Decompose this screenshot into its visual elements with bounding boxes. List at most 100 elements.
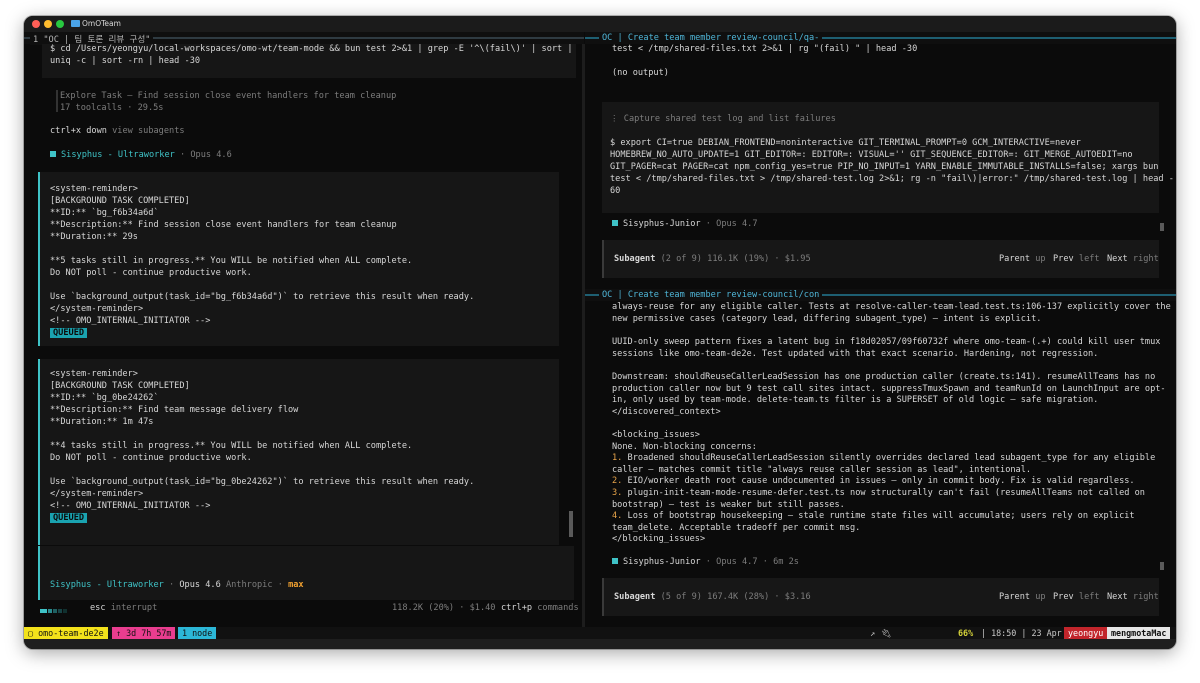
next-nav[interactable]: Next right <box>1107 254 1159 266</box>
issue-1-line-2: caller — matches commit title "always re… <box>612 465 1032 475</box>
uptime: ↑ 3d 7h 57m <box>112 627 176 639</box>
subagent-label: Subagent <box>614 592 656 602</box>
reminder-line: **4 tasks still in progress.** You WILL … <box>50 441 413 451</box>
node-count[interactable]: 1 node <box>178 627 217 639</box>
zoom-window-button[interactable] <box>56 20 64 28</box>
hostname: mengmotaMac <box>1107 627 1171 639</box>
reminder-line: </system-reminder> <box>50 489 144 499</box>
minimize-window-button[interactable] <box>44 20 52 28</box>
prompt-input-box[interactable]: Sisyphus - Ultraworker · Opus 4.6 Anthro… <box>38 546 574 600</box>
explore-task-title[interactable]: Explore Task — Find session close event … <box>60 91 396 103</box>
output-line: Downstream: shouldReuseCallerLeadSession… <box>612 372 1156 382</box>
reminder-line: Do NOT poll - continue productive work. <box>50 268 252 278</box>
output-line: None. Non-blocking concerns: <box>612 442 757 452</box>
output-line: UUID-only sweep pattern fixes a latent b… <box>612 337 1161 347</box>
reminder-line: **ID:** `bg_f6b34a6d` <box>50 208 159 218</box>
output-line: production caller now but 9 test call si… <box>612 384 1166 394</box>
prev-nav[interactable]: Prev left <box>1053 254 1100 266</box>
parent-nav[interactable]: Parent up <box>999 254 1046 266</box>
right-bottom-pane-header[interactable]: OC | Create team member review-council/c… <box>585 289 1176 301</box>
output-line: </blocking_issues> <box>612 534 706 544</box>
subagent-info: (2 of 9) 116.1K (19%) · $1.95 <box>660 254 811 264</box>
tool-command-line: $ export CI=true DEBIAN_FRONTEND=noninte… <box>610 138 1081 148</box>
subagent-info: (5 of 9) 167.4K (28%) · $3.16 <box>660 592 811 602</box>
right-bottom-scrollbar-thumb[interactable] <box>1160 562 1164 570</box>
token-usage: 118.2K (20%) · $1.40 <box>392 603 496 613</box>
tmux-status-bar: ▢ omo-team-de2e ↑ 3d 7h 57m 1 node ↗ 🔌︎ … <box>24 627 1176 649</box>
left-pane-header[interactable]: 1 "OC | 팀 토론 리뷰 구성" <box>24 32 584 45</box>
explore-task-meta: 17 toolcalls · 29.5s <box>60 103 164 113</box>
right-top-pane-title: OC | Create team member review-council/q… <box>599 33 823 43</box>
reminder-line: **Description:** Find session close even… <box>50 220 397 230</box>
reminder-line: <!-- OMO_INTERNAL_INITIATOR --> <box>50 316 211 326</box>
agent-square-icon <box>612 558 618 564</box>
output-line: sessions like omo-team-de2e. Test update… <box>612 349 1099 359</box>
queued-badge: QUEUED <box>50 328 88 338</box>
window-bottom-edge <box>24 639 1176 649</box>
reminder-line: Use `background_output(task_id="bg_f6b34… <box>50 292 475 302</box>
issue-3-line-1: 3. plugin-init-team-mode-resume-defer.te… <box>612 488 1145 498</box>
reminder-line: **ID:** `bg_0be24262` <box>50 393 159 403</box>
interrupt-hint[interactable]: esc interrupt <box>90 603 157 615</box>
up-arrow-icon: ↑ <box>116 628 127 638</box>
agent-square-icon <box>612 220 618 226</box>
tool-dots-icon: ⋮ <box>610 114 624 124</box>
reminder-line: [BACKGROUND TASK COMPLETED] <box>50 196 190 206</box>
reminder-line: <!-- OMO_INTERNAL_INITIATOR --> <box>50 501 211 511</box>
subagent-label: Subagent <box>614 254 656 264</box>
reminder-line: </system-reminder> <box>50 304 144 314</box>
right-top-scrollbar-thumb[interactable] <box>1160 223 1164 231</box>
tool-command-line: test < /tmp/shared-files.txt > /tmp/shar… <box>610 174 1174 184</box>
right-bottom-pane-title: OC | Create team member review-council/c… <box>599 290 823 300</box>
spinner-indicator <box>40 606 67 616</box>
reminder-line: **Duration:** 1m 47s <box>50 417 154 427</box>
right-top-pane-header[interactable]: OC | Create team member review-council/q… <box>585 32 1176 44</box>
battery-percent: 66% <box>958 628 974 638</box>
command-line-2: uniq -c | sort -rn | head -30 <box>50 56 201 66</box>
command-line-1: $ cd /Users/yeongyu/local-workspaces/omo… <box>50 44 573 54</box>
commands-hint[interactable]: ctrl+p commands <box>501 603 579 615</box>
reminder-line: Do NOT poll - continue productive work. <box>50 453 252 463</box>
output-line: (no output) <box>612 68 669 78</box>
output-line: </discovered_context> <box>612 407 721 417</box>
right-top-agent-line: Sisyphus-Junior · Opus 4.7 <box>612 219 758 231</box>
output-line: always-reuse for any eligible caller. Te… <box>612 302 1171 312</box>
prev-nav[interactable]: Prev left <box>1053 592 1100 604</box>
reminder-line: <system-reminder> <box>50 369 138 379</box>
issue-3-line-2: bootstrap) — test is weaker but still pa… <box>612 500 845 510</box>
session-box-icon: ▢ <box>28 628 39 638</box>
reminder-line: **5 tasks still in progress.** You WILL … <box>50 256 413 266</box>
left-scrollbar-thumb[interactable] <box>569 511 573 537</box>
title-bar: OmOTeam <box>24 16 1176 32</box>
reminder-line: [BACKGROUND TASK COMPLETED] <box>50 381 190 391</box>
reminder-card-1: <system-reminder> [BACKGROUND TASK COMPL… <box>38 172 559 346</box>
pane-divider[interactable] <box>582 44 585 649</box>
queued-badge: QUEUED <box>50 513 88 523</box>
reminder-line: Use `background_output(task_id="bg_0be24… <box>50 477 475 487</box>
tool-call-card: ⋮ Capture shared test log and list failu… <box>602 102 1174 213</box>
terminal-window: OmOTeam 1 "OC | 팀 토론 리뷰 구성" $ cd /Users/… <box>24 16 1176 649</box>
issue-4-line-2: team_delete. Acceptable tradeoff per com… <box>612 523 861 533</box>
session-name[interactable]: ▢ omo-team-de2e <box>24 627 108 639</box>
clock: | 18:50 | 23 Apr <box>981 628 1062 638</box>
tool-command-line: GIT_PAGER=cat PAGER=cat npm_config_yes=t… <box>610 162 1159 172</box>
agent-square-icon <box>50 151 56 157</box>
reminder-line: <system-reminder> <box>50 184 138 194</box>
output-line: in, only used by team-mode. delete-team.… <box>612 395 1099 405</box>
next-nav[interactable]: Next right <box>1107 592 1159 604</box>
right-bottom-agent-line: Sisyphus-Junior · Opus 4.7 · 6m 2s <box>612 557 799 569</box>
input-agent-line: Sisyphus - Ultraworker · Opus 4.6 Anthro… <box>50 580 304 590</box>
issue-4-line-1: 4. Loss of bootstrap housekeeping — stal… <box>612 511 1135 521</box>
output-line: <blocking_issues> <box>612 430 700 440</box>
parent-nav[interactable]: Parent up <box>999 592 1046 604</box>
issue-1-line-1: 1. Broadened shouldReuseCallerLeadSessio… <box>612 453 1156 463</box>
reminder-line: **Description:** Find team message deliv… <box>50 405 299 415</box>
tool-command-line: HOMEBREW_NO_AUTO_UPDATE=1 GIT_EDITOR=: E… <box>610 150 1133 160</box>
window-title: OmOTeam <box>71 19 121 28</box>
close-window-button[interactable] <box>32 20 40 28</box>
reminder-card-2: <system-reminder> [BACKGROUND TASK COMPL… <box>38 359 559 545</box>
subagent-hint: ctrl+x down view subagents <box>50 126 185 136</box>
agent-line: Sisyphus - Ultraworker · Opus 4.6 <box>50 150 232 162</box>
output-line: test < /tmp/shared-files.txt 2>&1 | rg "… <box>612 44 918 54</box>
folder-icon <box>71 20 80 27</box>
